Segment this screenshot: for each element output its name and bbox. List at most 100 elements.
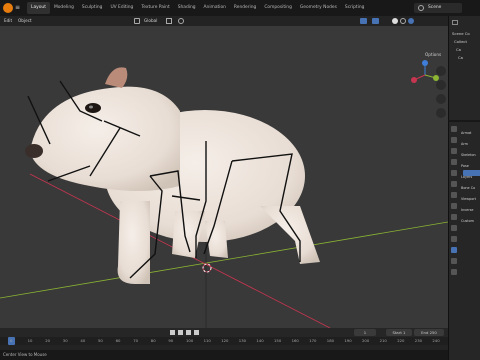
timeline-tick-label: 160 bbox=[291, 338, 299, 343]
start-value: 1 bbox=[403, 330, 406, 335]
timeline-tick-label: 130 bbox=[238, 338, 247, 343]
timeline-ruler[interactable]: 0 10 20 30 40 50 60 70 80 90 100 110 120 130 140 150 160… bbox=[0, 337, 448, 345]
tab-compositing[interactable]: Compositing bbox=[260, 2, 296, 14]
tab-layout[interactable]: Layout bbox=[27, 2, 50, 14]
scene-icon bbox=[418, 5, 424, 11]
timeline-tick-label: 120 bbox=[221, 338, 229, 343]
timeline-tick-label: 10 bbox=[27, 338, 33, 343]
scene-selector[interactable]: Scene bbox=[414, 3, 462, 13]
timeline-tick-label: 30 bbox=[62, 338, 68, 343]
tab-rendering[interactable]: Rendering bbox=[230, 2, 260, 14]
scene-label: Scene bbox=[428, 5, 442, 10]
tool-icon[interactable] bbox=[451, 126, 457, 132]
jump-start-icon[interactable] bbox=[170, 330, 175, 335]
viewport-scene bbox=[0, 26, 448, 328]
menu-dots-icon[interactable]: ≡ bbox=[15, 4, 23, 12]
status-text: Center View to Mouse bbox=[3, 352, 47, 357]
timeline-tick-label: 150 bbox=[274, 338, 282, 343]
timeline-tick-label: 20 bbox=[45, 338, 51, 343]
object-icon[interactable] bbox=[451, 192, 457, 198]
current-frame-field[interactable]: 1 bbox=[354, 329, 376, 336]
outliner-filter-icon[interactable] bbox=[452, 20, 458, 25]
end-label: End bbox=[421, 330, 429, 335]
timeline-tick-label: 50 bbox=[98, 338, 103, 343]
timeline-tick-label: 190 bbox=[344, 338, 352, 343]
mode-dropdown[interactable]: Edit bbox=[4, 16, 12, 26]
timeline-tick-label: 90 bbox=[168, 338, 174, 343]
timeline-tick-label: 0 bbox=[10, 338, 13, 343]
timeline-tick-label: 240 bbox=[432, 338, 440, 343]
outliner-panel: Scene Co Collect Ca Ca bbox=[448, 16, 480, 120]
proportional-icon[interactable] bbox=[178, 18, 184, 24]
timeline-tick-label: 200 bbox=[362, 338, 370, 343]
end-value: 250 bbox=[429, 330, 437, 335]
overlay-toggle-icon[interactable] bbox=[360, 18, 367, 24]
timeline-tick-label: 110 bbox=[203, 338, 211, 343]
outliner-item[interactable]: Scene Co bbox=[452, 30, 480, 38]
start-label: Start bbox=[392, 330, 402, 335]
property-label: Armat bbox=[461, 131, 472, 135]
bone-icon[interactable] bbox=[451, 258, 457, 264]
material-icon[interactable] bbox=[451, 269, 457, 275]
end-frame-field[interactable]: End 250 bbox=[414, 329, 444, 336]
view-layer-icon[interactable] bbox=[451, 159, 457, 165]
camera-view-icon[interactable] bbox=[436, 94, 446, 104]
properties-panel: Armat Arm Skeleton Pose Layers Bone Co Viewpor… bbox=[448, 120, 480, 360]
orientation-dropdown[interactable]: Global bbox=[144, 16, 157, 26]
tab-scripting[interactable]: Scripting bbox=[341, 2, 369, 14]
outliner-item[interactable]: Ca bbox=[452, 46, 480, 54]
timeline-tick-label: 60 bbox=[115, 338, 121, 343]
tab-shading[interactable]: Shading bbox=[174, 2, 200, 14]
viewport-header: Edit Object Global bbox=[0, 16, 448, 26]
3d-viewport[interactable]: Options bbox=[0, 26, 448, 328]
outliner-item[interactable]: Collect bbox=[452, 38, 480, 46]
timeline-tick-label: 230 bbox=[414, 338, 423, 343]
perspective-grid-icon[interactable] bbox=[436, 108, 446, 118]
world-icon[interactable] bbox=[451, 181, 457, 187]
tab-modeling[interactable]: Modeling bbox=[50, 2, 78, 14]
modifier-icon[interactable] bbox=[451, 203, 457, 209]
timeline-tick-label: 140 bbox=[256, 338, 264, 343]
particles-icon[interactable] bbox=[451, 214, 457, 220]
options-menu[interactable]: Options bbox=[425, 52, 441, 57]
scene-icon[interactable] bbox=[451, 170, 457, 176]
start-frame-field[interactable]: Start 1 bbox=[386, 329, 412, 336]
property-label: Viewport bbox=[461, 197, 476, 201]
timeline-tick-label: 170 bbox=[309, 338, 317, 343]
timeline-tick-label: 180 bbox=[326, 338, 335, 343]
armature-data-icon[interactable] bbox=[451, 247, 457, 253]
outliner-item[interactable]: Ca bbox=[452, 54, 480, 62]
property-label: Custom bbox=[461, 219, 474, 223]
tab-animation[interactable]: Animation bbox=[200, 2, 230, 14]
timeline-tick-label: 40 bbox=[80, 338, 86, 343]
armature-data-button[interactable] bbox=[463, 170, 480, 176]
constraints-icon[interactable] bbox=[451, 236, 457, 242]
snap-icon[interactable] bbox=[166, 18, 172, 24]
workspace-bar: ≡ Layout Modeling Sculpting UV Editing Textu… bbox=[0, 0, 480, 16]
rendered-shading-icon[interactable] bbox=[408, 18, 414, 24]
render-icon[interactable] bbox=[451, 137, 457, 143]
property-label: Inverse bbox=[461, 208, 474, 212]
solid-shading-icon[interactable] bbox=[392, 18, 398, 24]
property-label: Skeleton bbox=[461, 153, 476, 157]
tab-geometry-nodes[interactable]: Geometry Nodes bbox=[296, 2, 341, 14]
tab-sculpting[interactable]: Sculpting bbox=[78, 2, 107, 14]
play-reverse-icon[interactable] bbox=[178, 330, 183, 335]
object-menu[interactable]: Object bbox=[18, 16, 32, 26]
blender-logo-icon[interactable] bbox=[3, 3, 13, 13]
zoom-icon[interactable] bbox=[436, 66, 446, 76]
tab-texture-paint[interactable]: Texture Paint bbox=[137, 2, 173, 14]
material-shading-icon[interactable] bbox=[400, 18, 406, 24]
timeline-tick-label: 220 bbox=[397, 338, 405, 343]
jump-end-icon[interactable] bbox=[194, 330, 199, 335]
tab-uv-editing[interactable]: UV Editing bbox=[106, 2, 137, 14]
output-icon[interactable] bbox=[451, 148, 457, 154]
timeline-tick-label: 100 bbox=[186, 338, 194, 343]
timeline-tick-label: 80 bbox=[150, 338, 156, 343]
play-icon[interactable] bbox=[186, 330, 191, 335]
timeline-tick-label: 70 bbox=[133, 338, 139, 343]
xray-toggle-icon[interactable] bbox=[372, 18, 379, 24]
pivot-icon[interactable] bbox=[134, 18, 140, 24]
physics-icon[interactable] bbox=[451, 225, 457, 231]
pan-hand-icon[interactable] bbox=[436, 80, 446, 90]
